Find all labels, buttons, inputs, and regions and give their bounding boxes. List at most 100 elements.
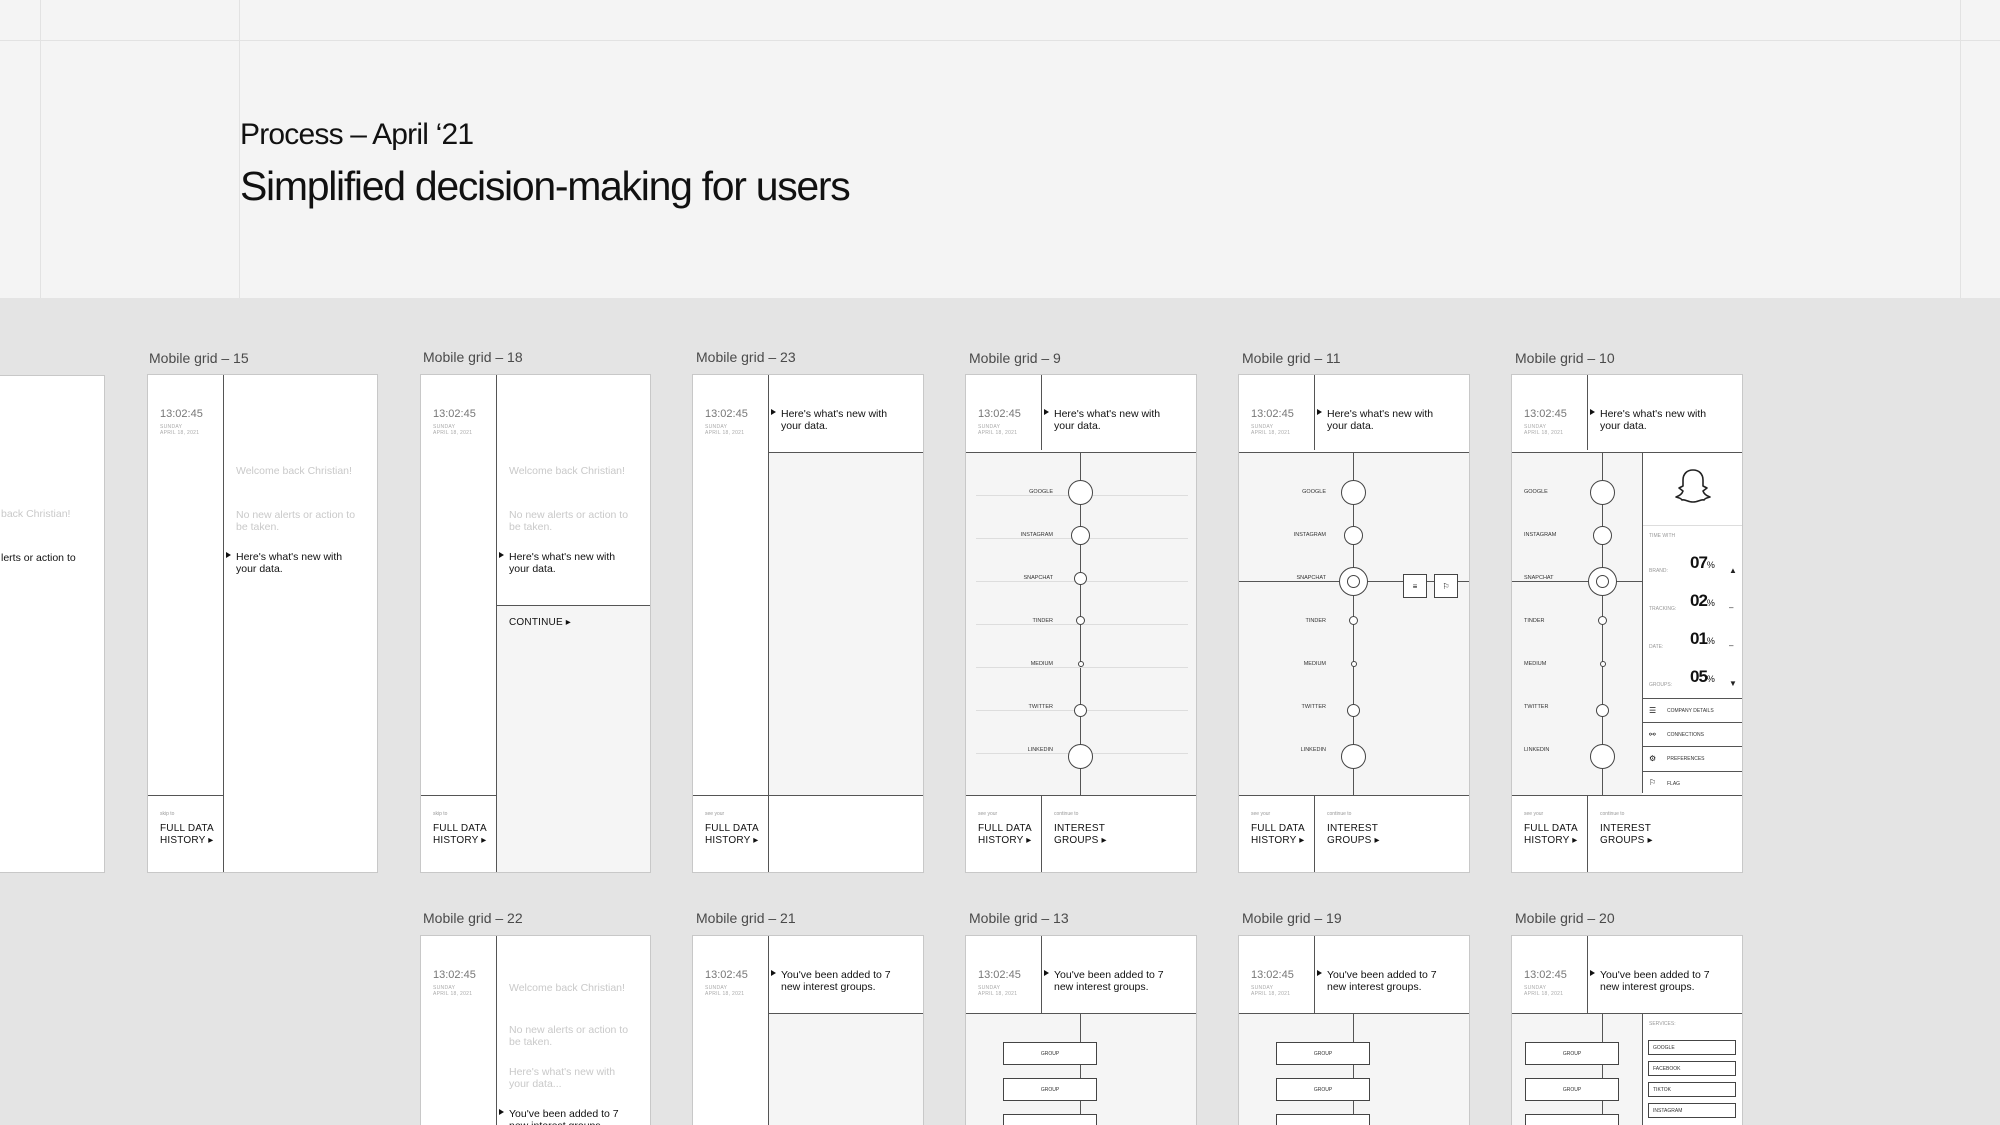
welcome-text: Welcome back Christian! [509,982,625,994]
groups-panel [1239,1013,1469,1125]
clock: 13:02:45 [433,969,476,981]
service-label-medium: MEDIUM [1524,661,1547,667]
frame-mobile-grid-9[interactable]: GOOGLE INSTAGRAM SNAPCHAT TINDER MEDIUM … [965,374,1197,873]
service-option-facebook[interactable]: FACEBOOK [1648,1061,1736,1076]
alerts-text: No new alerts or action to be taken. [509,1024,629,1048]
service-option-tiktok[interactable]: TIKTOK [1648,1082,1736,1097]
frame-label: Mobile grid – 18 [423,349,523,365]
service-node-google[interactable] [1341,480,1366,505]
service-node-twitter[interactable] [1347,704,1360,717]
pointer-icon [1590,970,1595,976]
row-divider [1512,452,1742,453]
pointer-icon [771,409,776,415]
service-node-twitter[interactable] [1074,704,1087,717]
interest-groups-link[interactable]: INTEREST GROUPS ▸ [1327,823,1380,847]
row-divider [1512,1013,1742,1014]
footer-caption: continue to [1054,811,1079,817]
clock: 13:02:45 [705,408,748,420]
menu-item-preferences[interactable]: ⚙ PREFERENCES [1643,747,1742,770]
menu-icon[interactable]: ≡ [1403,574,1427,598]
full-data-history-link[interactable]: FULL DATA HISTORY ▸ [433,823,487,847]
service-node-google[interactable] [1068,480,1093,505]
service-node-twitter[interactable] [1596,704,1609,717]
frame-mobile-grid-23[interactable]: 13:02:45 SUNDAY APRIL 18, 2021 Here's wha… [692,374,924,873]
welcome-text: Welcome back Christian! [509,465,625,477]
service-label-snapchat: SNAPCHAT [1524,575,1554,581]
menu-item-flag[interactable]: ⚐ FLAG [1643,772,1742,795]
flag-icon[interactable]: ⚐ [1434,574,1458,598]
group-chip[interactable]: GROUP [1003,1078,1097,1101]
row-divider [1239,452,1469,453]
continue-panel [497,605,650,872]
frame-mobile-grid-20[interactable]: GROUP GROUP SERVICES: GOOGLE FACEBOOK TI… [1511,935,1743,1125]
group-chip[interactable]: GROUP [1003,1042,1097,1065]
group-chip[interactable] [1525,1114,1619,1125]
service-node-medium[interactable] [1078,661,1084,667]
service-node-linkedin[interactable] [1590,744,1615,769]
frame-mobile-grid-15[interactable]: 13:02:45 SUNDAY APRIL 18, 2021 Welcome ba… [147,374,378,873]
service-node-google[interactable] [1590,480,1615,505]
date-text: SUNDAY APRIL 18, 2021 [1251,424,1291,436]
footer-caption: skip to [433,811,448,817]
service-node-tinder[interactable] [1349,616,1358,625]
menu-item-company-details[interactable]: ☰ COMPANY DETAILS [1643,699,1742,722]
full-data-history-link[interactable]: FULL DATA HISTORY ▸ [1251,823,1305,847]
group-chip[interactable]: GROUP [1525,1078,1619,1101]
row-divider [148,795,224,796]
design-canvas[interactable]: back Christian! lerts or action to Mobil… [0,298,2000,1125]
clock: 13:02:45 [160,408,203,420]
interest-groups-link[interactable]: INTEREST GROUPS ▸ [1054,823,1107,847]
frame-label: Mobile grid – 22 [423,910,523,926]
full-data-history-link[interactable]: FULL DATA HISTORY ▸ [160,823,214,847]
frame-label: Mobile grid – 13 [969,910,1069,926]
service-node-tinder[interactable] [1076,616,1085,625]
full-data-history-link[interactable]: FULL DATA HISTORY ▸ [705,823,759,847]
continue-button[interactable]: CONTINUE ▸ [509,617,571,629]
alerts-text: No new alerts or action to be taken. [236,509,356,533]
pointer-icon [771,970,776,976]
frame-mobile-grid-19[interactable]: GROUP GROUP 13:02:45 SUNDAY APRIL 18, 202… [1238,935,1470,1125]
service-option-google[interactable]: GOOGLE [1648,1040,1736,1055]
service-option-instagram[interactable]: INSTAGRAM [1648,1103,1736,1118]
group-chip[interactable] [1003,1114,1097,1125]
trend-down-icon: ▼ [1729,679,1737,688]
service-node-instagram[interactable] [1593,526,1612,545]
group-chip[interactable]: GROUP [1276,1042,1370,1065]
group-chip[interactable] [1276,1114,1370,1125]
service-label-instagram: INSTAGRAM [1524,532,1557,538]
clock: 13:02:45 [978,408,1021,420]
full-data-history-link[interactable]: FULL DATA HISTORY ▸ [1524,823,1578,847]
service-node-tinder[interactable] [1598,616,1607,625]
service-node-linkedin[interactable] [1341,744,1366,769]
frame-mobile-grid-13[interactable]: GROUP GROUP 13:02:45 SUNDAY APRIL 18, 202… [965,935,1197,1125]
frame-mobile-grid-22[interactable]: 13:02:45 SUNDAY APRIL 18, 2021 Welcome ba… [420,935,651,1125]
stat-label-tracking: TRACKING: [1649,606,1677,612]
service-node-instagram[interactable] [1344,526,1363,545]
frame-mobile-grid-21[interactable]: 13:02:45 SUNDAY APRIL 18, 2021 You've bee… [692,935,924,1125]
frame-mobile-grid-11[interactable]: GOOGLE INSTAGRAM SNAPCHAT TINDER MEDIUM … [1238,374,1470,873]
service-node-linkedin[interactable] [1068,744,1093,769]
service-node-instagram[interactable] [1071,526,1090,545]
selection-line [1512,581,1642,582]
row-divider [769,452,923,453]
service-node-snapchat[interactable] [1074,572,1087,585]
group-chip[interactable]: GROUP [1276,1078,1370,1101]
alerts-text: lerts or action to [1,552,76,564]
ghost-icon [1674,467,1712,507]
menu-label: CONNECTIONS [1667,732,1704,738]
groups-axis [1602,1013,1603,1125]
frame-mobile-grid-10[interactable]: GOOGLE INSTAGRAM SNAPCHAT TINDER MEDIUM … [1511,374,1743,873]
date-text: SUNDAY APRIL 18, 2021 [705,424,745,436]
service-node-medium[interactable] [1351,661,1357,667]
full-data-history-link[interactable]: FULL DATA HISTORY ▸ [978,823,1032,847]
group-chip[interactable]: GROUP [1525,1042,1619,1065]
service-node-medium[interactable] [1600,661,1606,667]
footer-caption: skip to [160,811,175,817]
service-label-twitter: TWITTER [1028,704,1053,710]
interest-groups-link[interactable]: INTEREST GROUPS ▸ [1600,823,1653,847]
frame-partial[interactable]: back Christian! lerts or action to [0,375,105,873]
frame-mobile-grid-18[interactable]: 13:02:45 SUNDAY APRIL 18, 2021 Welcome ba… [420,374,651,873]
frame-label: Mobile grid – 15 [149,350,249,366]
stat-value-tracking: 02% [1690,591,1715,610]
menu-item-connections[interactable]: ⚯ CONNECTIONS [1643,723,1742,746]
